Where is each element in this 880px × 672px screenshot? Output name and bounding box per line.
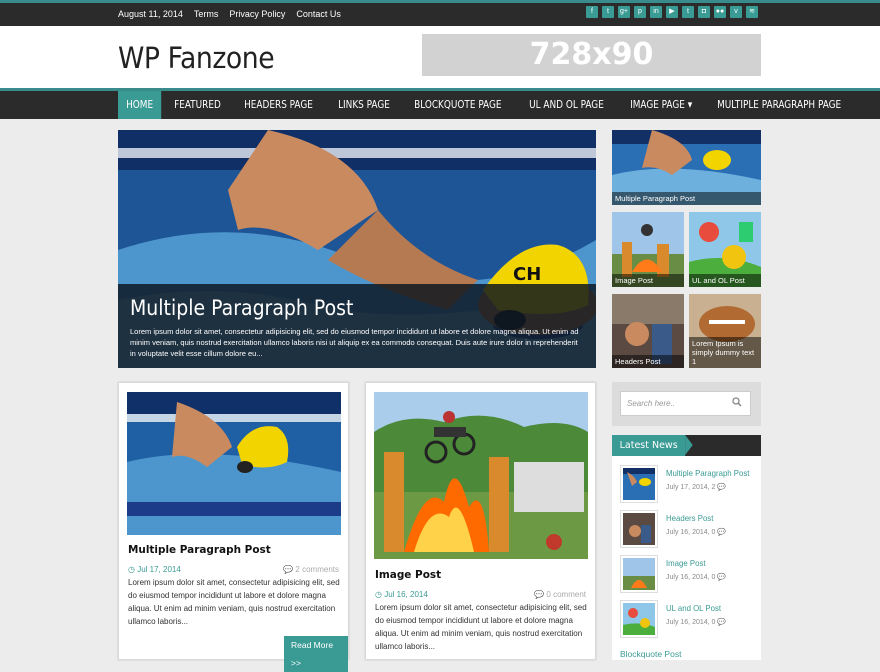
ad-banner[interactable]: 728x90 <box>422 34 761 76</box>
latest-news-item[interactable]: UL and OL Post July 16, 2014, 0 💬 <box>620 600 755 638</box>
latest-news-widget: Latest News Multiple Paragraph Post July… <box>612 435 761 660</box>
thumb-label: Lorem Ipsum is simply dummy text 1 <box>689 337 761 368</box>
latest-comment-count: 0 <box>711 619 716 626</box>
search-widget: Search here.. <box>612 382 761 426</box>
latest-thumb[interactable] <box>620 510 658 548</box>
latest-date-text: July 16, 2014, <box>666 619 710 626</box>
post-title[interactable]: Multiple Paragraph Post <box>128 543 271 556</box>
current-date: August 11, 2014 <box>118 9 183 19</box>
main-nav: HOME FEATURED HEADERS PAGE LINKS PAGE BL… <box>0 88 880 119</box>
youtube-icon[interactable]: ▶ <box>666 6 678 18</box>
post-excerpt: Lorem ipsum dolor sit amet, consectetur … <box>128 578 340 626</box>
post-comments-text: 0 comment <box>546 590 586 599</box>
post-comments[interactable]: 💬 0 comment <box>534 590 586 599</box>
latest-title[interactable]: Blockquote Post <box>620 649 681 659</box>
latest-thumb[interactable] <box>620 555 658 593</box>
post-excerpt: Lorem ipsum dolor sit amet, consectetur … <box>375 603 587 651</box>
hero-title[interactable]: Multiple Paragraph Post <box>130 296 539 320</box>
thumb-headers-post[interactable]: Headers Post <box>612 294 684 368</box>
thumb-label: UL and OL Post <box>689 274 761 287</box>
read-more-button[interactable]: Read More >> <box>284 636 348 672</box>
latest-date-text: July 16, 2014, <box>666 529 710 536</box>
hero-caption: Multiple Paragraph Post Lorem ipsum dolo… <box>118 284 596 368</box>
vimeo-icon[interactable]: v <box>730 6 742 18</box>
post-card-multiple-paragraph: Multiple Paragraph Post ◷ Jul 17, 2014 💬… <box>118 382 349 672</box>
nav-headers-page[interactable]: HEADERS PAGE <box>236 91 321 119</box>
latest-date: July 17, 2014, 2 💬 <box>666 484 727 491</box>
linkedin-icon[interactable]: in <box>650 6 662 18</box>
terms-link[interactable]: Terms <box>194 7 219 21</box>
thumb-label: Multiple Paragraph Post <box>612 192 761 205</box>
top-bar: August 11, 2014 Terms Privacy Policy Con… <box>0 0 880 26</box>
thumb-label: Image Post <box>612 274 684 287</box>
tumblr-icon[interactable]: t <box>682 6 694 18</box>
thumb-multiple-paragraph[interactable]: Multiple Paragraph Post <box>612 130 761 205</box>
site-logo[interactable]: WP Fanzone <box>118 41 275 75</box>
latest-comment-count: 0 <box>711 529 716 536</box>
nav-image-page[interactable]: IMAGE PAGE ▾ <box>622 91 700 119</box>
post-date-text: Jul 16, 2014 <box>384 590 428 599</box>
thumb-ul-ol-post[interactable]: UL and OL Post <box>689 212 761 287</box>
social-icons: f t g+ p in ▶ t ◘ ●● v ≋ <box>586 6 758 18</box>
latest-title[interactable]: UL and OL Post <box>666 603 721 613</box>
swimmer-thumb <box>623 468 655 500</box>
latest-date-text: July 17, 2014, <box>666 484 710 491</box>
motocross-thumb <box>623 558 655 590</box>
instagram-icon[interactable]: ◘ <box>698 6 710 18</box>
post-card-image-post: Image Post ◷ Jul 16, 2014 💬 0 comment Lo… <box>365 382 596 660</box>
thumb-label: Headers Post <box>612 355 684 368</box>
post-title[interactable]: Image Post <box>375 568 441 581</box>
latest-news-item[interactable]: Image Post July 16, 2014, 0 💬 <box>620 555 755 593</box>
contact-us-link[interactable]: Contact Us <box>296 7 341 21</box>
google-plus-icon[interactable]: g+ <box>618 6 630 18</box>
nav-featured[interactable]: FEATURED <box>166 91 229 119</box>
nav-ul-ol-page[interactable]: UL AND OL PAGE <box>521 91 612 119</box>
site-header: WP Fanzone 728x90 <box>0 26 880 88</box>
nav-home[interactable]: HOME <box>118 91 162 119</box>
latest-news-item[interactable]: Headers Post July 16, 2014, 0 💬 <box>620 510 755 548</box>
post-image[interactable] <box>374 392 588 559</box>
latest-news-item[interactable]: Multiple Paragraph Post July 17, 2014, 2… <box>620 465 755 503</box>
rss-icon[interactable]: ≋ <box>746 6 758 18</box>
search-input[interactable]: Search here.. <box>620 391 751 416</box>
ul-ol-thumb <box>623 603 655 635</box>
post-date: ◷ Jul 16, 2014 <box>375 590 428 599</box>
post-date: ◷ Jul 17, 2014 <box>128 565 181 574</box>
latest-date-text: July 16, 2014, <box>666 574 710 581</box>
swimmer-image <box>127 392 341 535</box>
latest-news-header: Latest News <box>612 435 761 456</box>
latest-title[interactable]: Headers Post <box>666 513 713 523</box>
twitter-icon[interactable]: t <box>602 6 614 18</box>
featured-slider[interactable]: CH Multiple Paragraph Post Lorem ipsum d… <box>118 130 596 368</box>
latest-comment-count: 2 <box>711 484 716 491</box>
latest-news-title: Latest News <box>612 435 693 456</box>
post-comments-text: 2 comments <box>295 565 339 574</box>
latest-title[interactable]: Image Post <box>666 558 706 568</box>
thumb-image-post[interactable]: Image Post <box>612 212 684 287</box>
nav-links-page[interactable]: LINKS PAGE <box>330 91 398 119</box>
motocross-image <box>374 392 588 559</box>
thumb-lorem-ipsum[interactable]: Lorem Ipsum is simply dummy text 1 <box>689 294 761 368</box>
privacy-policy-link[interactable]: Privacy Policy <box>229 7 285 21</box>
nav-blockquote-page[interactable]: BLOCKQUOTE PAGE <box>406 91 510 119</box>
latest-thumb[interactable] <box>620 465 658 503</box>
search-icon[interactable] <box>732 397 742 407</box>
latest-title[interactable]: Multiple Paragraph Post <box>666 468 749 478</box>
top-links: August 11, 2014 Terms Privacy Policy Con… <box>118 7 341 21</box>
latest-date: July 16, 2014, 0 💬 <box>666 574 727 581</box>
facebook-icon[interactable]: f <box>586 6 598 18</box>
headers-thumb <box>623 513 655 545</box>
flickr-icon[interactable]: ●● <box>714 6 726 18</box>
hero-excerpt: Lorem ipsum dolor sit amet, consectetur … <box>130 327 579 358</box>
pinterest-icon[interactable]: p <box>634 6 646 18</box>
post-comments[interactable]: 💬 2 comments <box>283 565 339 574</box>
latest-date: July 16, 2014, 0 💬 <box>666 529 727 536</box>
post-image[interactable] <box>127 392 341 535</box>
latest-comment-count: 0 <box>711 574 716 581</box>
svg-text:CH: CH <box>513 264 541 285</box>
post-date-text: Jul 17, 2014 <box>137 565 181 574</box>
latest-thumb[interactable] <box>620 600 658 638</box>
latest-date: July 16, 2014, 0 💬 <box>666 619 727 626</box>
nav-multiple-paragraph-page[interactable]: MULTIPLE PARAGRAPH PAGE <box>709 91 849 119</box>
